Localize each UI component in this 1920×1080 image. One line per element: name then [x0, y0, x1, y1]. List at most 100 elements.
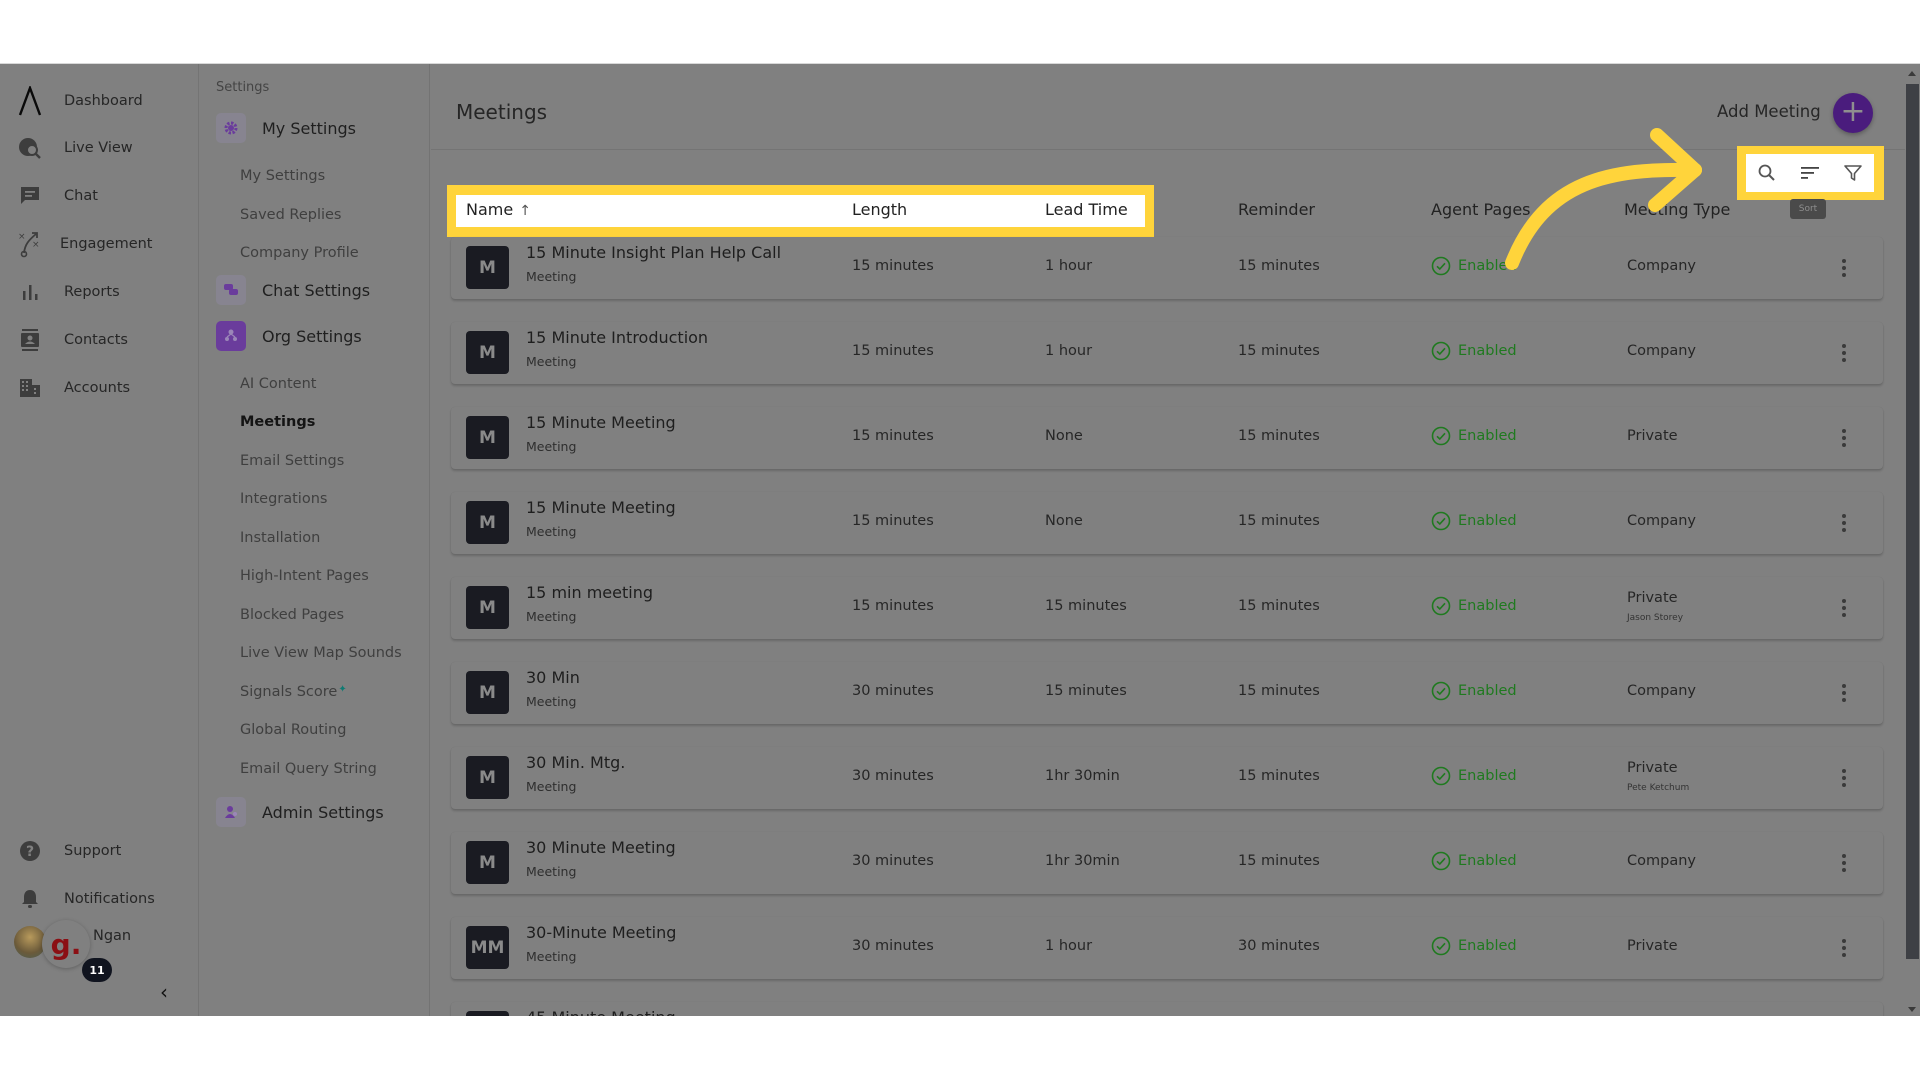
more-options-icon[interactable]	[1837, 935, 1851, 961]
meeting-avatar: M	[466, 841, 509, 884]
scroll-down-icon[interactable]	[1908, 1007, 1916, 1012]
user-profile[interactable]: g. Ngan 11	[12, 920, 192, 982]
engagement-icon: × ×	[17, 231, 43, 258]
meeting-name[interactable]: 30 Minute Meeting	[526, 838, 676, 857]
nav-label: Chat	[64, 188, 98, 204]
more-options-icon[interactable]	[1837, 595, 1851, 621]
column-header-lead-time[interactable]: Lead Time	[1045, 200, 1128, 219]
meeting-row[interactable]: M 15 min meeting Meeting 15 minutes 15 minut…	[451, 577, 1883, 639]
meeting-row[interactable]: M 30 Min. Mtg. Meeting 30 minutes 1hr 30min 1…	[451, 747, 1883, 809]
column-header-name[interactable]: Name ↑	[466, 200, 531, 219]
more-options-icon[interactable]	[1837, 340, 1851, 366]
settings-item-live-view-map-sounds[interactable]: Live View Map Sounds	[240, 645, 402, 661]
meeting-name[interactable]: 15 Minute Insight Plan Help Call	[526, 243, 781, 262]
column-header-meeting-type[interactable]: Meeting Type	[1624, 200, 1730, 219]
column-header-length[interactable]: Length	[852, 200, 907, 219]
nav-item-engagement[interactable]: × × Engagement	[0, 224, 199, 264]
meeting-lead-time: None	[1045, 513, 1083, 529]
meeting-name[interactable]: 30-Minute Meeting	[526, 923, 676, 942]
add-meeting-button[interactable]: +	[1833, 93, 1873, 133]
filter-icon[interactable]	[1840, 160, 1866, 186]
meeting-name[interactable]: 45 Minute Meeting	[526, 1008, 676, 1016]
more-options-icon[interactable]	[1837, 765, 1851, 791]
settings-item-email-query-string[interactable]: Email Query String	[240, 761, 377, 777]
meeting-avatar: M	[466, 331, 509, 374]
nav-item-support[interactable]: ? Support	[0, 831, 199, 871]
org-icon	[216, 321, 246, 351]
sort-icon[interactable]	[1797, 160, 1823, 186]
meeting-row[interactable]: M 15 Minute Insight Plan Help Call Meeting…	[451, 237, 1883, 299]
column-header-agent-pages[interactable]: Agent Pages	[1431, 200, 1531, 219]
meeting-name[interactable]: 15 Minute Introduction	[526, 328, 708, 347]
meeting-name[interactable]: 30 Min. Mtg.	[526, 753, 625, 772]
sparkle-icon: ✦	[338, 684, 347, 695]
scrollbar[interactable]	[1905, 64, 1920, 1016]
meeting-row[interactable]: MM 30-Minute Meeting Meeting 30 minutes 1 ho…	[451, 917, 1883, 979]
signals-score-label: Signals Score	[240, 684, 338, 700]
meeting-kind: Meeting	[526, 609, 577, 624]
group-my-settings[interactable]: My Settings	[216, 113, 356, 143]
meeting-row[interactable]: M 30 Min Meeting 30 minutes 15 minutes 15 min…	[451, 662, 1883, 724]
group-chat-settings[interactable]: Chat Settings	[216, 275, 370, 305]
meeting-reminder: 15 minutes	[1238, 683, 1320, 699]
meeting-owner: Jason Storey	[1627, 613, 1684, 623]
meeting-name[interactable]: 30 Min	[526, 668, 580, 687]
agent-pages-status: Enabled	[1431, 511, 1517, 531]
agent-pages-status: Enabled	[1431, 851, 1517, 871]
meeting-kind: Meeting	[526, 269, 577, 284]
nav-item-contacts[interactable]: Contacts	[0, 320, 199, 360]
chat-bubbles-icon	[216, 275, 246, 305]
settings-item-integrations[interactable]: Integrations	[240, 491, 327, 507]
settings-item-high-intent-pages[interactable]: High-Intent Pages	[240, 568, 369, 584]
settings-item-ai-content[interactable]: AI Content	[240, 376, 316, 392]
meeting-kind: Meeting	[526, 779, 577, 794]
meeting-row[interactable]: M 30 Minute Meeting Meeting 30 minutes 1hr 3…	[451, 832, 1883, 894]
more-options-icon[interactable]	[1837, 425, 1851, 451]
meeting-row[interactable]: M45 Minute MeetingMeeting	[451, 1002, 1883, 1016]
search-icon[interactable]	[1754, 160, 1780, 186]
scroll-thumb[interactable]	[1906, 84, 1919, 959]
nav-label: Contacts	[64, 332, 128, 348]
meeting-name[interactable]: 15 min meeting	[526, 583, 653, 602]
meeting-reminder: 15 minutes	[1238, 258, 1320, 274]
nav-item-notifications[interactable]: Notifications	[0, 879, 199, 919]
group-admin-settings[interactable]: Admin Settings	[216, 797, 384, 827]
settings-item-blocked-pages[interactable]: Blocked Pages	[240, 607, 344, 623]
more-options-icon[interactable]	[1837, 850, 1851, 876]
collapse-sidebar-icon[interactable]: ‹	[160, 982, 180, 1002]
settings-item-email-settings[interactable]: Email Settings	[240, 453, 344, 469]
more-options-icon[interactable]	[1837, 510, 1851, 536]
add-meeting-label[interactable]: Add Meeting	[1717, 102, 1821, 121]
nav-item-accounts[interactable]: Accounts	[0, 368, 199, 408]
more-options-icon[interactable]	[1837, 255, 1851, 281]
settings-item-signals-score[interactable]: Signals Score✦	[240, 684, 347, 700]
nav-item-chat[interactable]: Chat	[0, 176, 199, 216]
column-header-reminder[interactable]: Reminder	[1238, 200, 1315, 219]
settings-item-global-routing[interactable]: Global Routing	[240, 722, 346, 738]
meeting-length: 15 minutes	[852, 598, 934, 614]
nav-item-dashboard[interactable]: Dashboard	[0, 81, 199, 121]
meeting-lead-time: 1 hour	[1045, 343, 1093, 359]
svg-text:?: ?	[26, 844, 34, 860]
more-options-icon[interactable]	[1837, 680, 1851, 706]
meeting-row[interactable]: M 15 Minute Introduction Meeting 15 minutes…	[451, 322, 1883, 384]
scroll-up-icon[interactable]	[1908, 71, 1916, 76]
settings-item-saved-replies[interactable]: Saved Replies	[240, 207, 342, 223]
meeting-row[interactable]: M 15 Minute Meeting Meeting 15 minutes None 1…	[451, 407, 1883, 469]
settings-item-installation[interactable]: Installation	[240, 530, 320, 546]
group-label: Chat Settings	[262, 280, 371, 300]
nav-item-reports[interactable]: Reports	[0, 272, 199, 312]
meeting-lead-time: None	[1045, 428, 1083, 444]
meeting-type: Private	[1627, 938, 1678, 954]
check-circle-icon	[1431, 341, 1451, 361]
settings-item-meetings[interactable]: Meetings	[240, 414, 315, 430]
settings-item-my-settings[interactable]: My Settings	[240, 168, 325, 184]
nav-item-live-view[interactable]: Live View	[0, 128, 199, 168]
group-org-settings[interactable]: Org Settings	[216, 321, 362, 351]
meeting-length: 15 minutes	[852, 428, 934, 444]
meeting-row[interactable]: M 15 Minute Meeting Meeting 15 minutes None 1…	[451, 492, 1883, 554]
settings-item-company-profile[interactable]: Company Profile	[240, 245, 359, 261]
agent-pages-status: Enabled	[1431, 766, 1517, 786]
meeting-name[interactable]: 15 Minute Meeting	[526, 413, 676, 432]
meeting-name[interactable]: 15 Minute Meeting	[526, 498, 676, 517]
